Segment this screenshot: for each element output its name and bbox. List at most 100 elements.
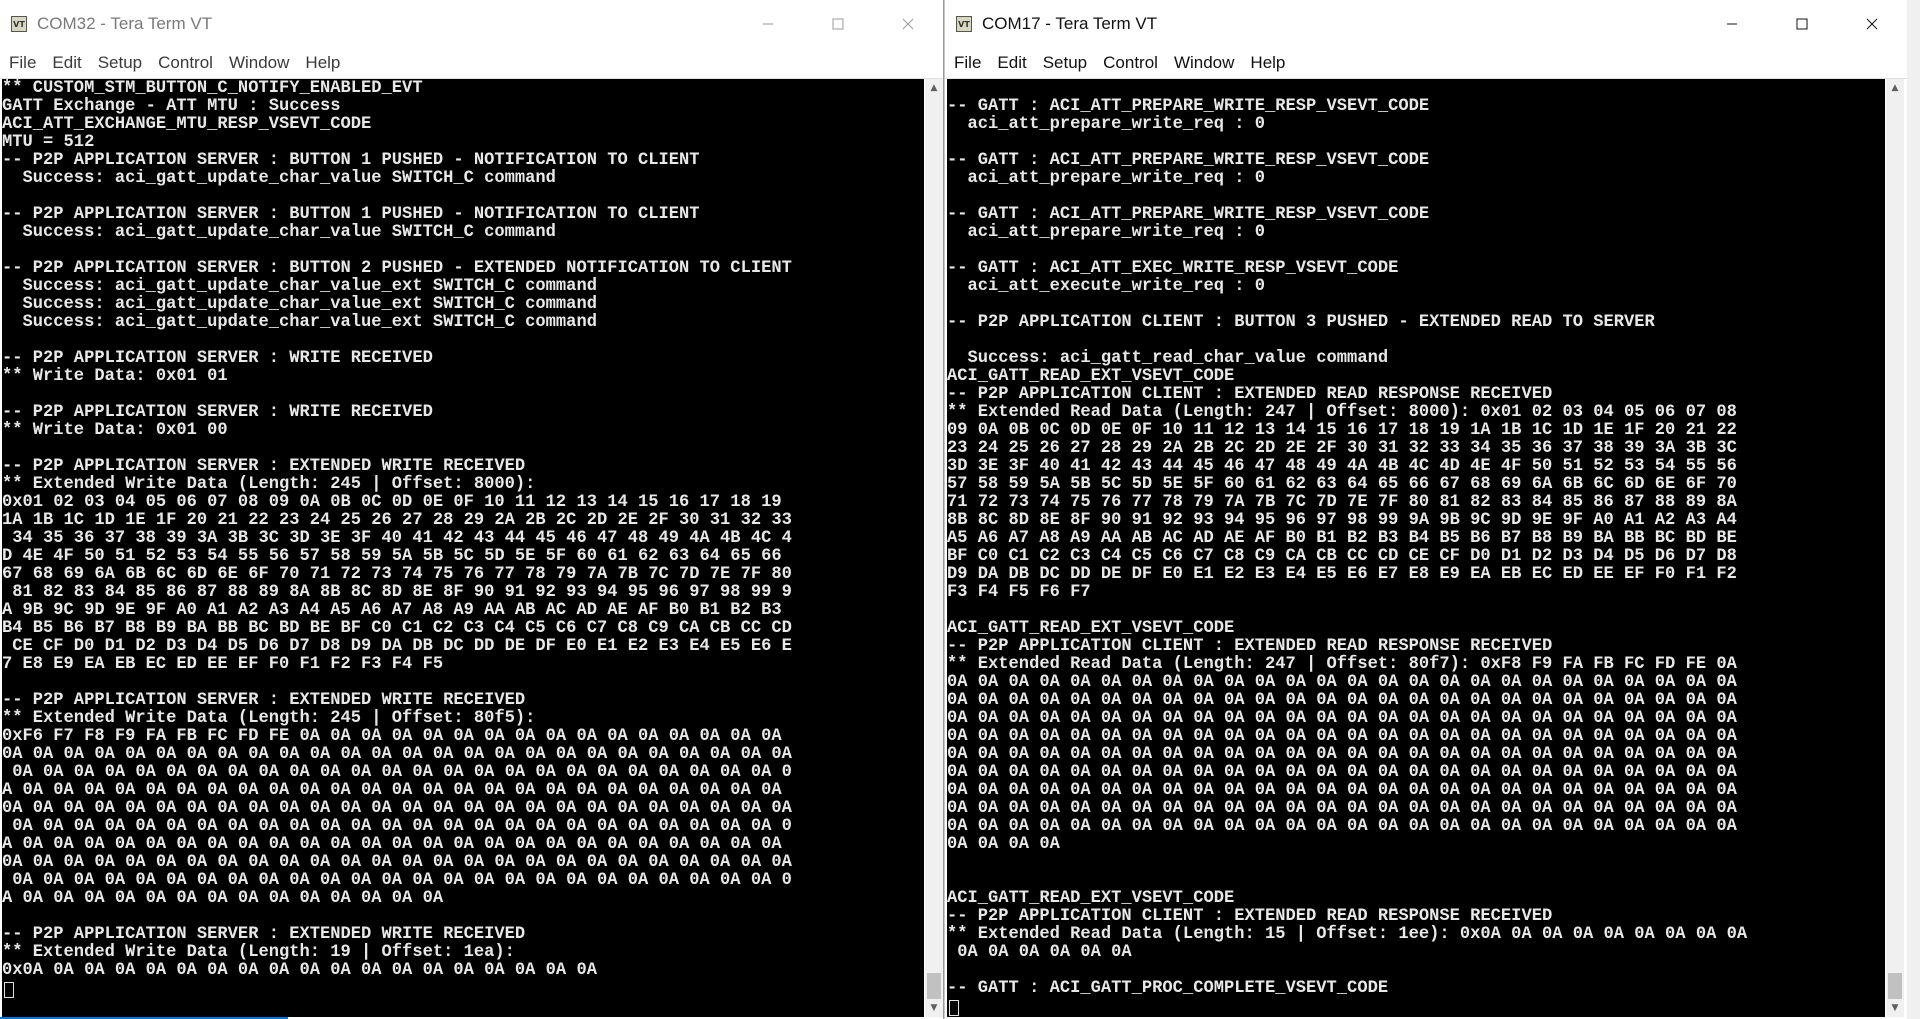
menu-setup[interactable]: Setup — [1037, 53, 1093, 73]
minimize-button[interactable] — [733, 0, 803, 48]
scroll-up-arrow-icon[interactable]: ▲ — [1886, 79, 1904, 97]
maximize-button[interactable] — [803, 0, 873, 48]
terminal-line: 0x0A 0A 0A 0A 0A 0A 0A 0A 0A 0A 0A 0A 0A… — [2, 961, 597, 980]
terminal-line: 0A 0A 0A 0A 0A 0A 0A 0A 0A 0A 0A 0A 0A 0… — [2, 871, 792, 890]
terminal-line: -- P2P APPLICATION SERVER : BUTTON 2 PUS… — [2, 259, 792, 278]
menu-window[interactable]: Window — [1168, 53, 1240, 73]
menu-setup[interactable]: Setup — [92, 53, 148, 73]
terminal-line: BF C0 C1 C2 C3 C4 C5 C6 C7 C8 C9 CA CB C… — [947, 547, 1737, 566]
terminal-line: ** Write Data: 0x01 01 — [2, 367, 228, 386]
terminal-line: 71 72 73 74 75 76 77 78 79 7A 7B 7C 7D 7… — [947, 493, 1737, 512]
terminal-line: 57 58 59 5A 5B 5C 5D 5E 5F 60 61 62 63 6… — [947, 475, 1737, 494]
terminal-line: -- GATT : ACI_GATT_PROC_COMPLETE_VSEVT_C… — [947, 979, 1389, 998]
terminal-line: A 0A 0A 0A 0A 0A 0A 0A 0A 0A 0A 0A 0A 0A… — [2, 835, 782, 854]
scroll-up-arrow-icon[interactable]: ▲ — [925, 79, 943, 97]
terminal-line: -- GATT : ACI_ATT_EXEC_WRITE_RESP_VSEVT_… — [947, 259, 1399, 278]
terminal-cursor — [949, 1000, 959, 1016]
terminal-line: 0A 0A 0A 0A 0A 0A 0A 0A 0A 0A 0A 0A 0A 0… — [947, 799, 1737, 818]
title-bar[interactable]: VT COM17 - Tera Term VT — [945, 0, 1907, 48]
menu-edit[interactable]: Edit — [991, 53, 1032, 73]
terminal-line: 0A 0A 0A 0A 0A 0A 0A 0A 0A 0A 0A 0A 0A 0… — [2, 799, 792, 818]
menu-edit[interactable]: Edit — [46, 53, 87, 73]
menu-file[interactable]: File — [3, 53, 42, 73]
menu-window[interactable]: Window — [223, 53, 295, 73]
minimize-icon — [763, 23, 773, 25]
terminal-line: -- P2P APPLICATION SERVER : WRITE RECEIV… — [2, 349, 433, 368]
terminal-output[interactable]: -- GATT : ACI_ATT_PREPARE_WRITE_RESP_VSE… — [947, 79, 1885, 1017]
terminal-line: ** CUSTOM_STM_BUTTON_C_NOTIFY_ENABLED_EV… — [2, 79, 423, 98]
terminal-line: 3D 3E 3F 40 41 42 43 44 45 46 47 48 49 4… — [947, 457, 1737, 476]
close-button[interactable] — [873, 0, 943, 48]
terminal-line: Success: aci_gatt_update_char_value_ext … — [2, 295, 597, 314]
menu-control[interactable]: Control — [1097, 53, 1164, 73]
terminal-line: -- P2P APPLICATION SERVER : BUTTON 1 PUS… — [2, 205, 700, 224]
terminal-line: 81 82 83 84 85 86 87 88 89 8A 8B 8C 8D 8… — [2, 583, 792, 602]
terminal-line: 0A 0A 0A 0A 0A 0A 0A 0A 0A 0A 0A 0A 0A 0… — [947, 691, 1737, 710]
teraterm-app-icon: VT — [956, 16, 972, 32]
vertical-scrollbar[interactable]: ▲ ▼ — [1886, 79, 1904, 1017]
minimize-button[interactable] — [1697, 0, 1767, 48]
minimize-icon — [1727, 23, 1737, 25]
terminal-line: ** Extended Write Data (Length: 19 | Off… — [2, 943, 515, 962]
terminal-line: 8B 8C 8D 8E 8F 90 91 92 93 94 95 96 97 9… — [947, 511, 1737, 530]
scrollbar-thumb[interactable] — [1888, 973, 1902, 999]
maximize-icon — [1796, 18, 1808, 30]
terminal-line: MTU = 512 — [2, 133, 95, 152]
terminal-line: aci_att_prepare_write_req : 0 — [947, 223, 1265, 242]
maximize-button[interactable] — [1767, 0, 1837, 48]
terminal-output[interactable]: ** CUSTOM_STM_BUTTON_C_NOTIFY_ENABLED_EV… — [2, 79, 924, 1017]
terminal-line: ** Extended Read Data (Length: 247 | Off… — [947, 403, 1737, 422]
terminal-line: ACI_ATT_EXCHANGE_MTU_RESP_VSEVT_CODE — [2, 115, 372, 134]
terminal-line: 1A 1B 1C 1D 1E 1F 20 21 22 23 24 25 26 2… — [2, 511, 792, 530]
terminal-line: 0A 0A 0A 0A 0A 0A 0A 0A 0A 0A 0A 0A 0A 0… — [947, 727, 1737, 746]
close-icon — [902, 18, 914, 30]
terminal-line: 0A 0A 0A 0A 0A 0A 0A 0A 0A 0A 0A 0A 0A 0… — [947, 817, 1737, 836]
title-bar[interactable]: VT COM32 - Tera Term VT — [0, 0, 943, 48]
terminal-line: -- P2P APPLICATION CLIENT : BUTTON 3 PUS… — [947, 313, 1655, 332]
terminal-line: aci_att_execute_write_req : 0 — [947, 277, 1265, 296]
terminal-line: 0xF6 F7 F8 F9 FA FB FC FD FE 0A 0A 0A 0A… — [2, 727, 782, 746]
terminal-line: 7 E8 E9 EA EB EC ED EE EF F0 F1 F2 F3 F4… — [2, 655, 444, 674]
terminal-line: A 0A 0A 0A 0A 0A 0A 0A 0A 0A 0A 0A 0A 0A… — [2, 889, 444, 908]
terminal-line: ACI_GATT_READ_EXT_VSEVT_CODE — [947, 889, 1235, 908]
vertical-scrollbar[interactable]: ▲ ▼ — [925, 79, 943, 1017]
scroll-down-arrow-icon[interactable]: ▼ — [925, 999, 943, 1017]
terminal-line: 0A 0A 0A 0A 0A 0A 0A 0A 0A 0A 0A 0A 0A 0… — [2, 763, 792, 782]
terminal-line: 23 24 25 26 27 28 29 2A 2B 2C 2D 2E 2F 3… — [947, 439, 1737, 458]
terminal-line: -- P2P APPLICATION SERVER : EXTENDED WRI… — [2, 925, 526, 944]
terminal-line: ** Extended Read Data (Length: 15 | Offs… — [947, 925, 1748, 944]
terminal-line: GATT Exchange - ATT MTU : Success — [2, 97, 341, 116]
terminal-line: 0A 0A 0A 0A 0A 0A 0A 0A 0A 0A 0A 0A 0A 0… — [947, 763, 1737, 782]
terminal-line: ** Extended Write Data (Length: 245 | Of… — [2, 709, 536, 728]
scroll-down-arrow-icon[interactable]: ▼ — [1886, 999, 1904, 1017]
terminal-line: 0A 0A 0A 0A 0A 0A 0A 0A 0A 0A 0A 0A 0A 0… — [2, 817, 792, 836]
menu-help[interactable]: Help — [299, 53, 346, 73]
terminal-line: ACI_GATT_READ_EXT_VSEVT_CODE — [947, 619, 1235, 638]
menu-file[interactable]: File — [948, 53, 987, 73]
close-button[interactable] — [1837, 0, 1907, 48]
terminal-line: 67 68 69 6A 6B 6C 6D 6E 6F 70 71 72 73 7… — [2, 565, 792, 584]
terminal-line: -- P2P APPLICATION SERVER : EXTENDED WRI… — [2, 457, 526, 476]
menu-control[interactable]: Control — [152, 53, 219, 73]
terminal-line: 0A 0A 0A 0A 0A 0A 0A 0A 0A 0A 0A 0A 0A 0… — [947, 745, 1737, 764]
menu-help[interactable]: Help — [1244, 53, 1291, 73]
terminal-line: Success: aci_gatt_update_char_value_ext … — [2, 277, 597, 296]
terminal-line: -- P2P APPLICATION CLIENT : EXTENDED REA… — [947, 385, 1553, 404]
terminal-line: 0A 0A 0A 0A 0A 0A — [947, 943, 1132, 962]
scrollbar-thumb[interactable] — [927, 973, 941, 999]
window-com17: VT COM17 - Tera Term VT File Edit Setup … — [944, 0, 1907, 1019]
window-title: COM17 - Tera Term VT — [982, 14, 1158, 33]
terminal-line: 0x01 02 03 04 05 06 07 08 09 0A 0B 0C 0D… — [2, 493, 782, 512]
